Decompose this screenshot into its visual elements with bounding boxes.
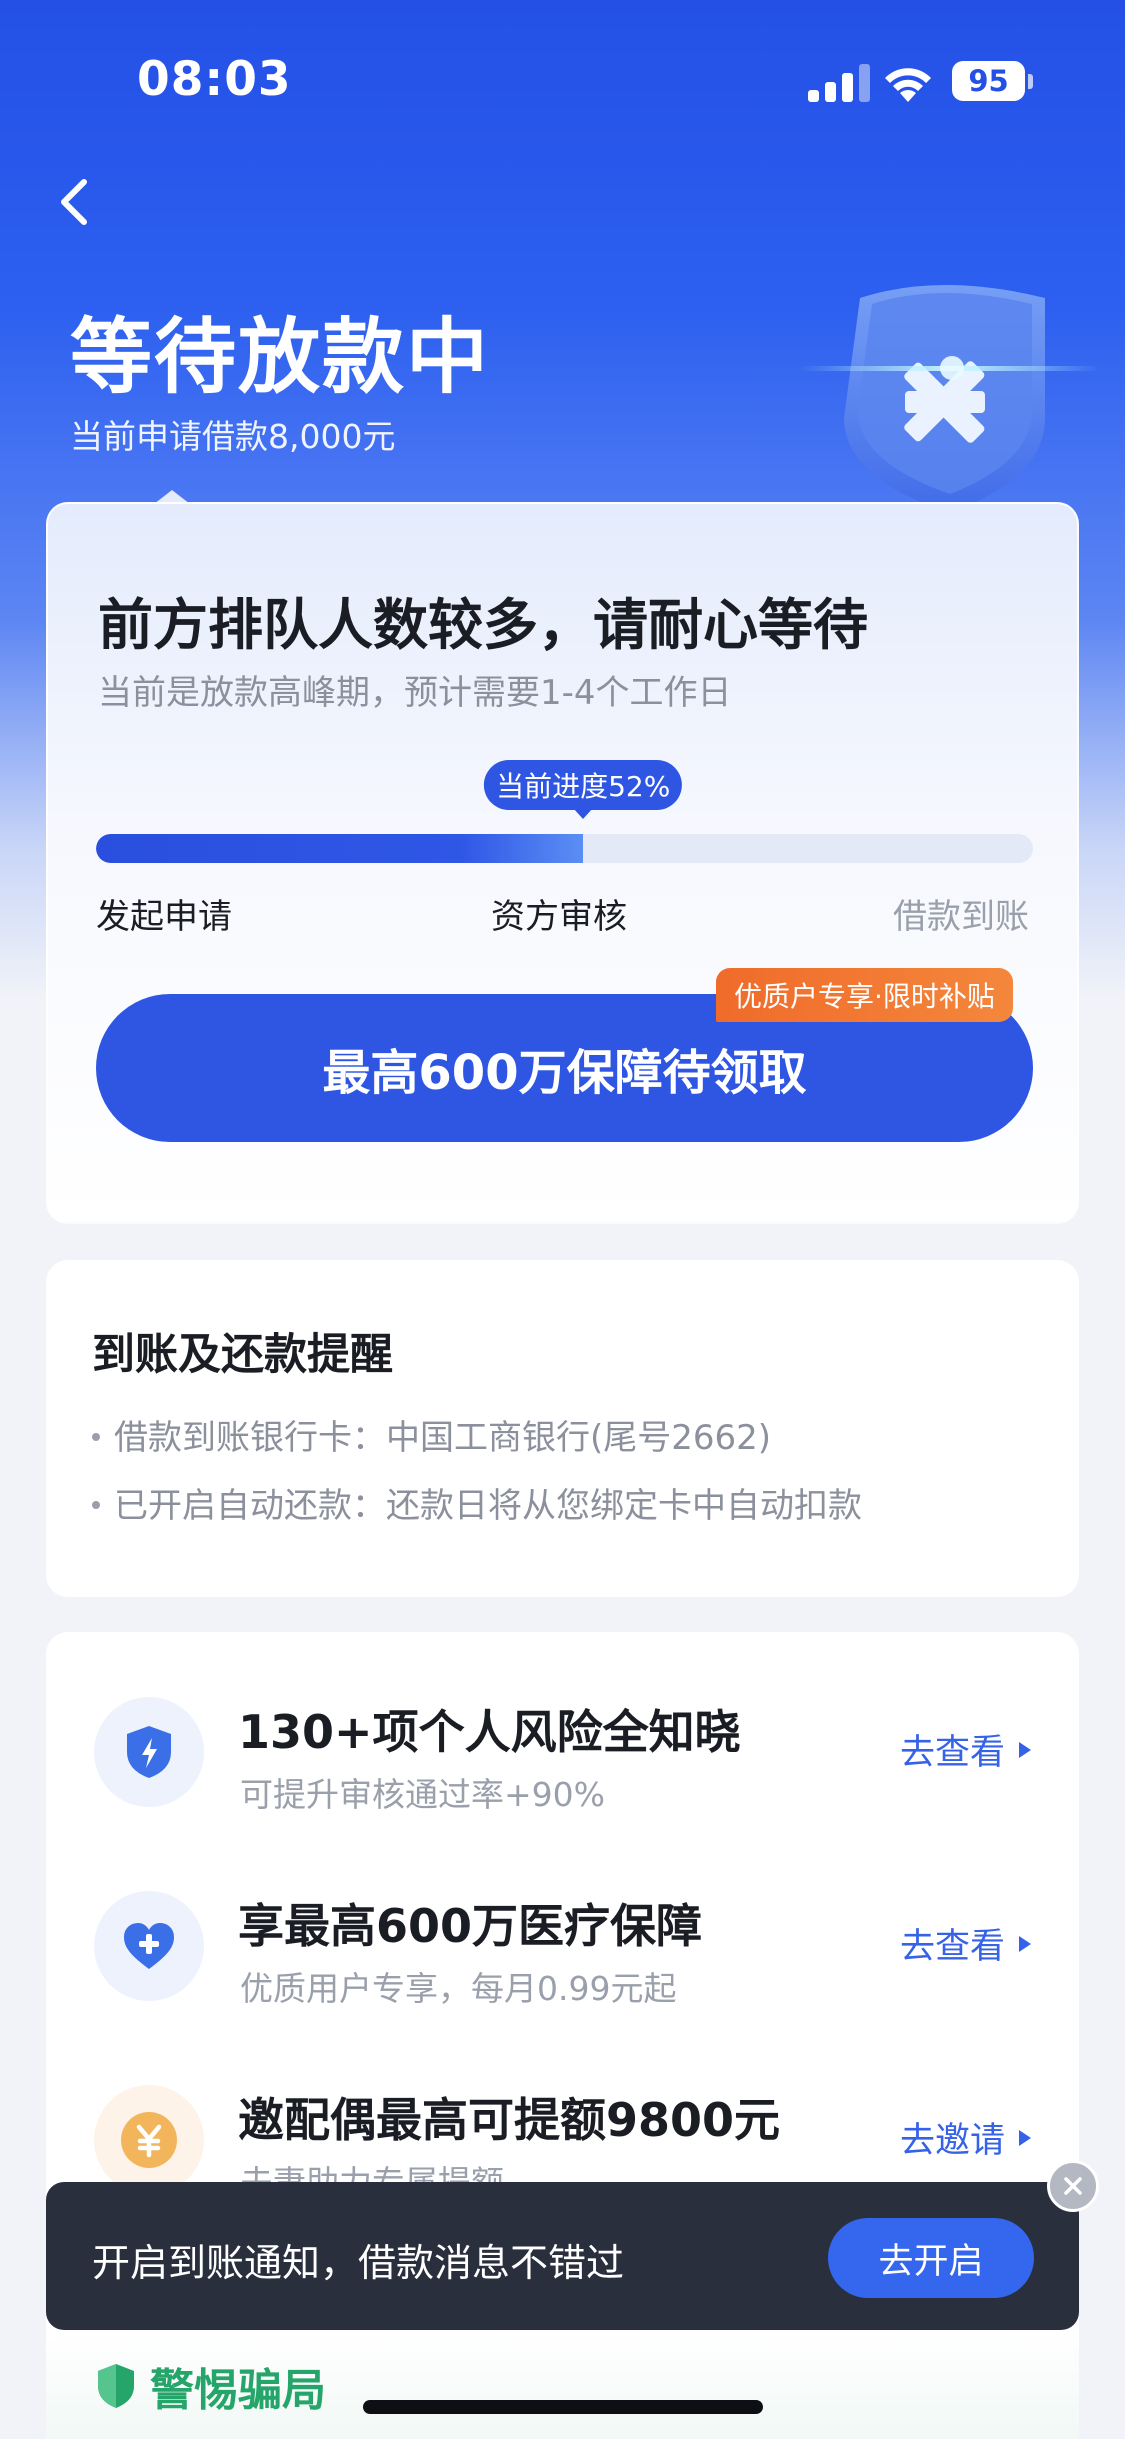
- yuan-coin-icon: [94, 2085, 204, 2195]
- home-indicator[interactable]: [363, 2400, 763, 2414]
- loan-amount-subtitle: 当前申请借款8,000元: [70, 417, 396, 456]
- queue-title: 前方排队人数较多，请耐心等待: [98, 593, 869, 657]
- reminder-item-text: 已开启自动还款：还款日将从您绑定卡中自动扣款: [114, 1486, 862, 1526]
- step-apply: 发起申请: [96, 897, 232, 937]
- back-chevron-icon[interactable]: [44, 170, 104, 234]
- triangle-right-icon: [1019, 1935, 1031, 1952]
- bullet-dot: [92, 1500, 100, 1509]
- reminder-item: 借款到账银行卡：中国工商银行(尾号2662): [92, 1410, 771, 1459]
- reminder-card: 到账及还款提醒 借款到账银行卡：中国工商银行(尾号2662) 已开启自动还款：还…: [46, 1260, 1079, 1597]
- reminder-item-text: 借款到账银行卡：中国工商银行(尾号2662): [114, 1418, 772, 1458]
- toast-message: 开启到账通知，借款消息不错过: [92, 2241, 625, 2285]
- service-title: 邀配偶最高可提额9800元: [238, 2093, 781, 2147]
- service-row-risk-check[interactable]: 130+项个人风险全知晓 可提升审核通过率+90% 去查看: [46, 1672, 1079, 1832]
- service-title: 130+项个人风险全知晓: [238, 1705, 741, 1759]
- queue-subtitle: 当前是放款高峰期，预计需要1-4个工作日: [98, 673, 732, 713]
- heart-plus-icon: [94, 1891, 204, 2001]
- progress-card: 前方排队人数较多，请耐心等待 当前是放款高峰期，预计需要1-4个工作日 当前进度…: [46, 502, 1079, 1224]
- battery-indicator: 95: [952, 61, 1025, 101]
- service-row-medical[interactable]: 享最高600万医疗保障 优质用户专享，每月0.99元起 去查看: [46, 1866, 1079, 2026]
- bullet-dot: [92, 1432, 100, 1441]
- fraud-warning-label: 警惕骗局: [150, 2365, 326, 2416]
- status-bar: 08:03 95: [0, 0, 1125, 165]
- shield-lightning-icon: [94, 1697, 204, 1807]
- promo-badge: 优质户专享·限时补贴: [716, 968, 1013, 1022]
- triangle-right-icon: [1019, 2129, 1031, 2146]
- view-button-label: 去查看: [899, 1927, 1005, 1967]
- shield-check-icon: [98, 2364, 134, 2408]
- progress-fill: [96, 834, 584, 863]
- shield-emblem-icon: [800, 285, 1100, 512]
- enable-notification-button[interactable]: 去开启: [828, 2218, 1034, 2298]
- progress-percent-badge: 当前进度52%: [484, 760, 683, 810]
- triangle-right-icon: [1019, 1741, 1031, 1758]
- view-button-label: 去查看: [899, 1733, 1005, 1773]
- progress-track: [96, 834, 1033, 863]
- service-subtitle: 优质用户专享，每月0.99元起: [240, 1969, 677, 2008]
- fraud-warning-banner[interactable]: 警惕骗局: [46, 2332, 1079, 2439]
- step-review: 资方审核: [491, 897, 627, 937]
- reminder-title: 到账及还款提醒: [92, 1330, 393, 1380]
- reminder-item: 已开启自动还款：还款日将从您绑定卡中自动扣款: [92, 1478, 862, 1527]
- view-button[interactable]: 去查看: [900, 1918, 1031, 1969]
- page-title: 等待放款中: [70, 310, 491, 405]
- service-subtitle: 可提升审核通过率+90%: [240, 1775, 605, 1814]
- invite-button-label: 去邀请: [899, 2121, 1005, 2161]
- progress-badge-pointer: [573, 808, 594, 819]
- step-disbursed: 借款到账: [893, 897, 1029, 937]
- service-title: 享最高600万医疗保障: [238, 1899, 703, 1953]
- status-time: 08:03: [137, 52, 292, 107]
- battery-cap: [1028, 74, 1033, 89]
- view-button[interactable]: 去查看: [900, 1724, 1031, 1775]
- notification-toast: 开启到账通知，借款消息不错过 去开启: [46, 2182, 1079, 2330]
- wifi-icon: [885, 68, 931, 102]
- invite-button[interactable]: 去邀请: [900, 2112, 1031, 2163]
- close-icon[interactable]: [1047, 2160, 1099, 2212]
- signal-icon: [808, 64, 870, 102]
